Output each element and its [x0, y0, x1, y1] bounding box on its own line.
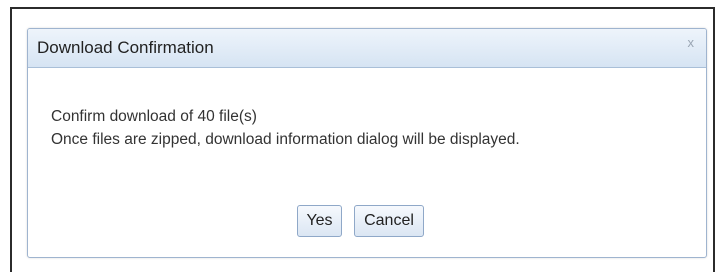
close-icon[interactable]: x — [688, 35, 695, 50]
dialog-title: Download Confirmation — [37, 38, 214, 57]
cancel-button[interactable]: Cancel — [354, 205, 424, 237]
download-confirmation-dialog: Download Confirmation x Confirm download… — [27, 28, 707, 258]
message-line-info: Once files are zipped, download informat… — [51, 131, 520, 148]
dialog-titlebar[interactable]: Download Confirmation x — [28, 29, 706, 68]
dialog-message: Confirm download of 40 file(s) Once file… — [51, 105, 520, 151]
message-line-count: Confirm download of 40 file(s) — [51, 108, 257, 125]
yes-button[interactable]: Yes — [297, 205, 342, 237]
